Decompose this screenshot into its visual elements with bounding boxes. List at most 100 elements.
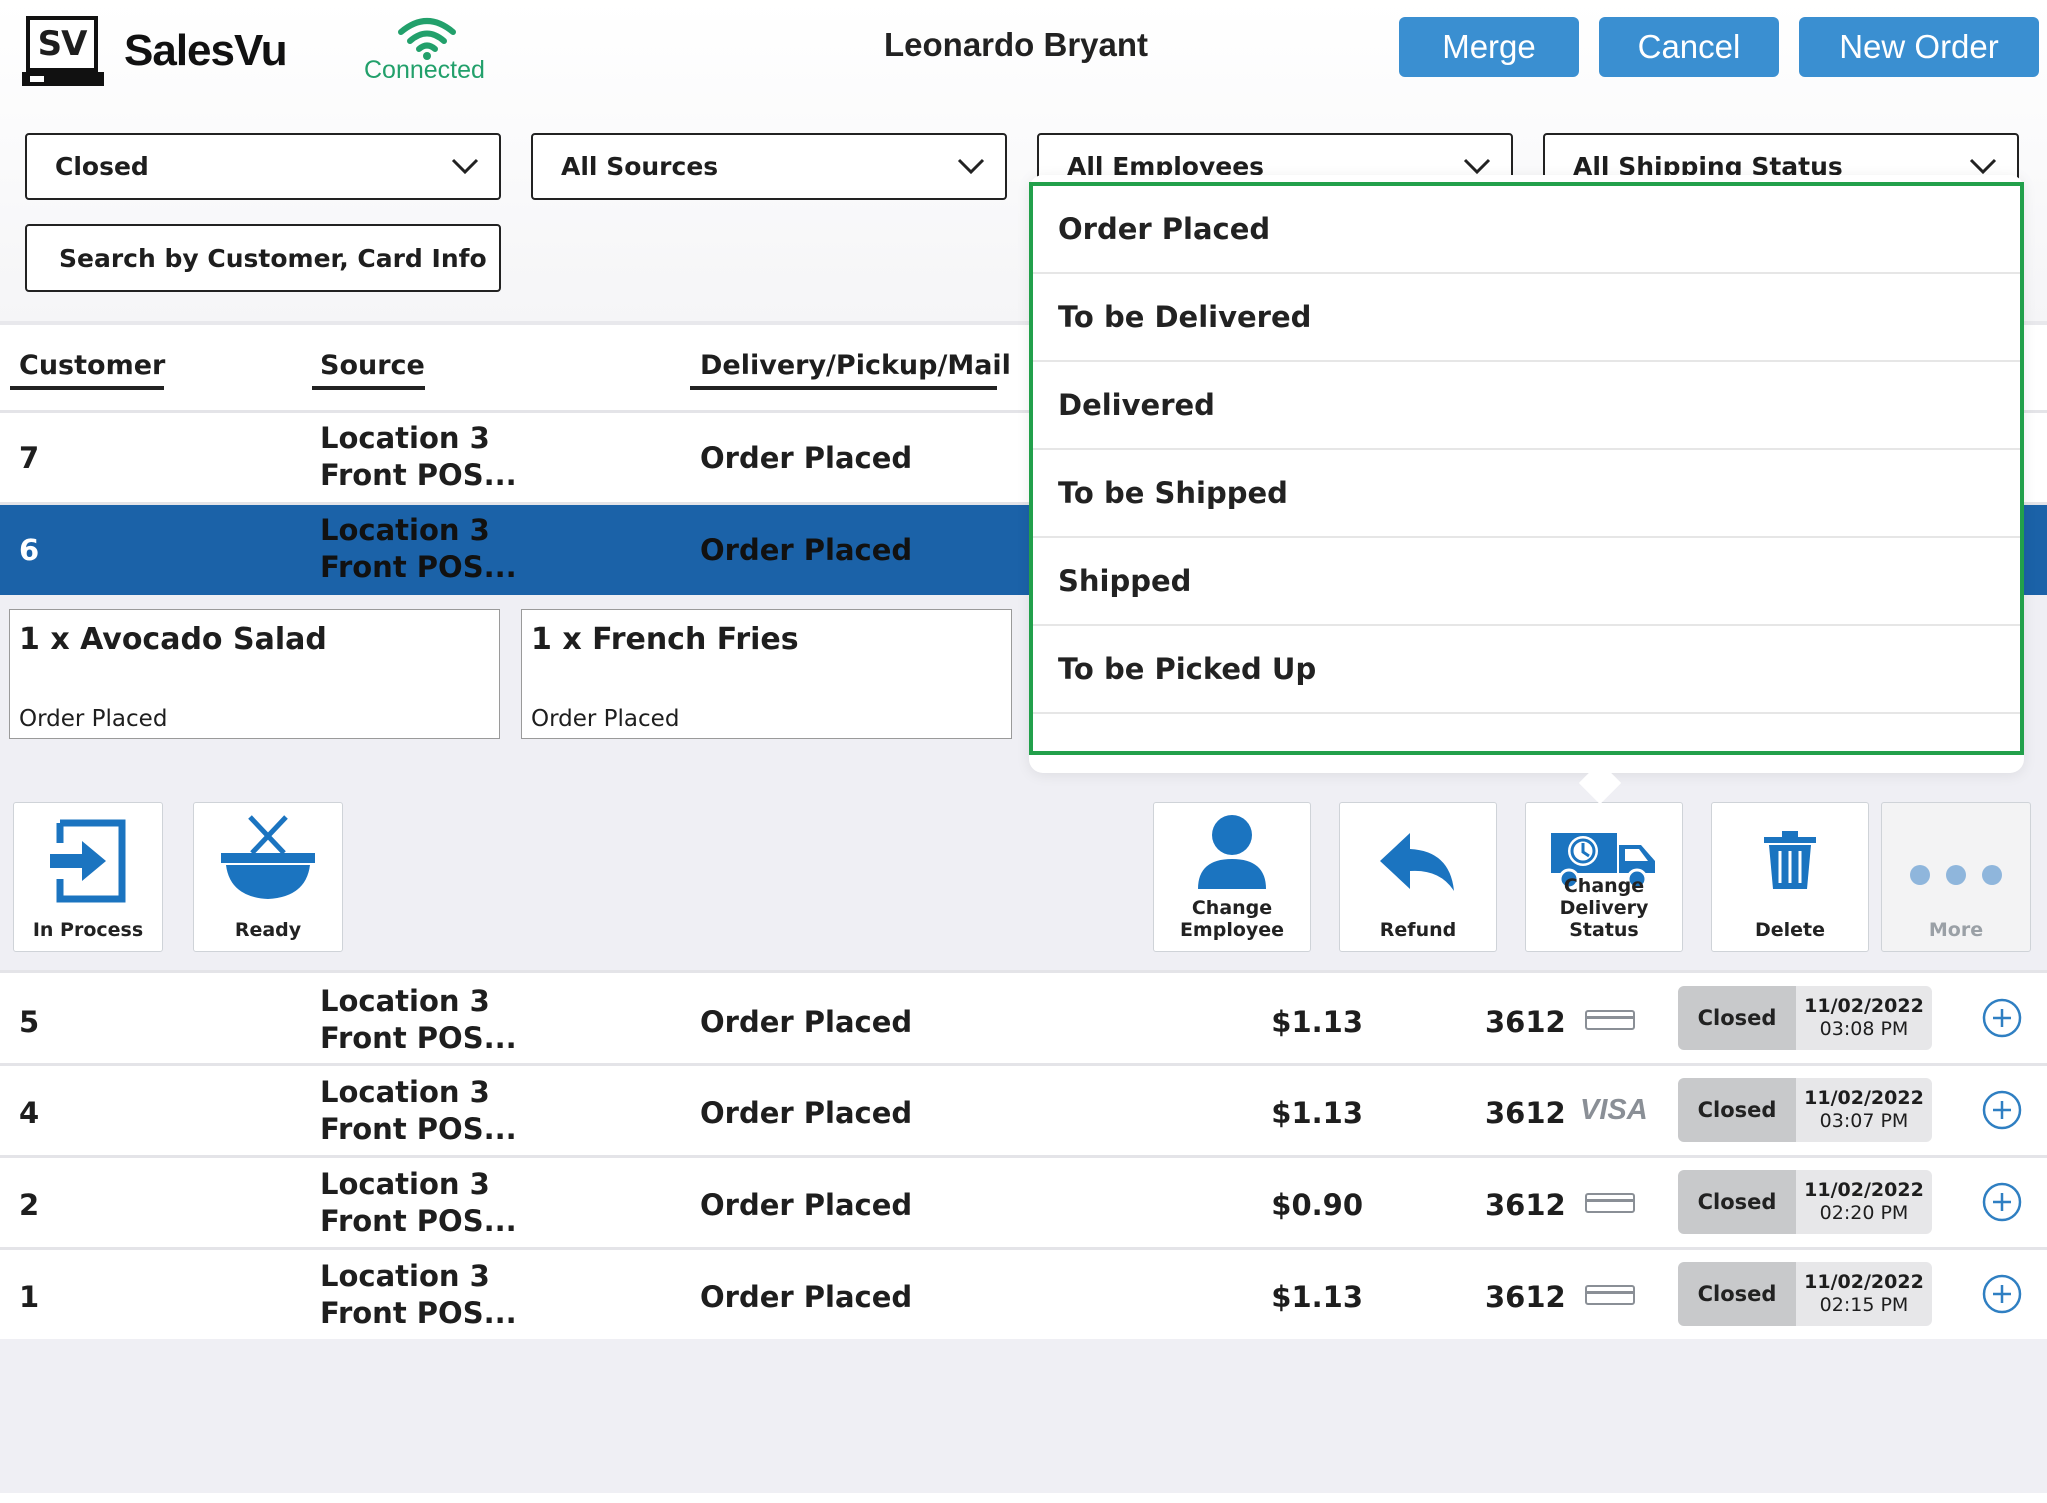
row-source-line1: Location 3 [320, 513, 490, 547]
order-item-card[interactable]: 1 x French Fries Order Placed [521, 609, 1012, 739]
dropdown-option-shipped[interactable]: Shipped [1033, 538, 2020, 626]
row-card-last4: 3612 [1485, 1096, 1566, 1130]
row-customer: 7 [19, 441, 40, 475]
column-customer[interactable]: Customer [19, 350, 165, 381]
row-status: Order Placed [700, 1280, 913, 1314]
refund-button[interactable]: Refund [1339, 802, 1497, 952]
status-badge: Closed [1678, 1262, 1796, 1326]
dropdown-option-delivered[interactable]: Delivered [1033, 362, 2020, 450]
delivery-status-dropdown: Order Placed To be Delivered Delivered T… [1029, 182, 2024, 755]
change-employee-label: Change Employee [1154, 897, 1310, 941]
enter-icon [50, 819, 126, 903]
row-customer: 2 [19, 1188, 40, 1222]
row-status: Order Placed [700, 1005, 913, 1039]
connection-status: Connected [364, 56, 485, 84]
row-status: Order Placed [700, 1188, 913, 1222]
column-delivery[interactable]: Delivery/Pickup/Mail [700, 350, 1011, 381]
row-source-line1: Location 3 [320, 1075, 490, 1109]
row-card-last4: 3612 [1485, 1005, 1566, 1039]
change-employee-button[interactable]: Change Employee [1153, 802, 1311, 952]
order-date: 11/02/2022 [1804, 1087, 1924, 1109]
chevron-down-icon [957, 158, 985, 175]
status-filter-value: Closed [55, 152, 149, 181]
order-time: 02:20 PM [1819, 1202, 1909, 1224]
change-employee-label-line1: Change [1191, 897, 1273, 919]
sources-filter-value: All Sources [561, 152, 719, 181]
row-source: Location 3 Front POS... [320, 1258, 517, 1332]
sources-filter-select[interactable]: All Sources [531, 133, 1007, 200]
row-status: Order Placed [700, 441, 913, 475]
dropdown-option-to-be-delivered[interactable]: To be Delivered [1033, 274, 2020, 362]
row-status: Order Placed [700, 1096, 913, 1130]
status-badge: Closed [1678, 986, 1796, 1050]
new-order-button[interactable]: New Order [1799, 17, 2039, 77]
more-button[interactable]: More [1881, 802, 2031, 952]
row-customer: 1 [19, 1280, 40, 1314]
row-source-line2: Front POS... [320, 1296, 517, 1330]
visa-card-icon: VISA [1580, 1094, 1648, 1126]
column-underline [312, 386, 425, 390]
change-employee-label-line2: Employee [1179, 919, 1285, 941]
row-source: Location 3 Front POS... [320, 1166, 517, 1240]
row-customer: 4 [19, 1096, 40, 1130]
refund-label: Refund [1379, 919, 1457, 941]
column-underline [690, 386, 997, 390]
search-customer-button[interactable]: Search by Customer, Card Info [25, 224, 501, 292]
status-filter-select[interactable]: Closed [25, 133, 501, 200]
table-row[interactable]: 4 Location 3 Front POS... Order Placed $… [0, 1066, 2047, 1155]
row-source-line2: Front POS... [320, 1021, 517, 1055]
order-time: 03:08 PM [1819, 1018, 1909, 1040]
row-source-line2: Front POS... [320, 550, 517, 584]
order-item-status: Order Placed [531, 706, 680, 732]
cancel-button[interactable]: Cancel [1599, 17, 1779, 77]
credit-card-icon [1585, 1010, 1635, 1030]
dropdown-option-to-be-shipped[interactable]: To be Shipped [1033, 450, 2020, 538]
row-amount: $1.13 [1271, 1096, 1363, 1130]
order-item-title: 1 x French Fries [531, 622, 799, 657]
brand-name: SalesVu [124, 26, 288, 75]
dropdown-option-order-placed[interactable]: Order Placed [1033, 186, 2020, 274]
row-source: Location 3 Front POS... [320, 1074, 517, 1148]
table-row[interactable]: 2 Location 3 Front POS... Order Placed $… [0, 1158, 2047, 1247]
plus-circle-icon[interactable] [1982, 1274, 2022, 1314]
in-process-button[interactable]: In Process [13, 802, 163, 952]
order-item-status: Order Placed [19, 706, 168, 732]
ready-label: Ready [234, 919, 302, 941]
row-amount: $1.13 [1271, 1280, 1363, 1314]
salesvu-logo: SV [26, 16, 98, 72]
order-item-card[interactable]: 1 x Avocado Salad Order Placed [9, 609, 500, 739]
merge-button[interactable]: Merge [1399, 17, 1579, 77]
change-delivery-status-button[interactable]: Change Delivery Status [1525, 802, 1683, 952]
row-card-last4: 3612 [1485, 1188, 1566, 1222]
table-row[interactable]: 5 Location 3 Front POS... Order Placed $… [0, 973, 2047, 1063]
row-source: Location 3 Front POS... [320, 420, 517, 494]
change-delivery-label-line1: Change [1563, 875, 1645, 897]
reply-arrow-icon [1380, 833, 1454, 891]
row-source-line2: Front POS... [320, 458, 517, 492]
credit-card-icon [1585, 1285, 1635, 1305]
in-process-label: In Process [32, 919, 144, 941]
plus-circle-icon[interactable] [1982, 998, 2022, 1038]
plus-circle-icon[interactable] [1982, 1182, 2022, 1222]
plus-circle-icon[interactable] [1982, 1090, 2022, 1130]
row-source-line2: Front POS... [320, 1112, 517, 1146]
ready-button[interactable]: Ready [193, 802, 343, 952]
column-source[interactable]: Source [320, 350, 425, 381]
order-date: 11/02/2022 [1804, 1271, 1924, 1293]
dropdown-option-to-be-picked-up[interactable]: To be Picked Up [1033, 626, 2020, 714]
table-row[interactable]: 1 Location 3 Front POS... Order Placed $… [0, 1250, 2047, 1339]
order-datetime: 11/02/2022 02:15 PM [1796, 1262, 1932, 1326]
change-delivery-status-label: Change Delivery Status [1526, 875, 1682, 941]
order-time: 03:07 PM [1819, 1110, 1909, 1132]
column-underline [10, 386, 164, 390]
order-time: 02:15 PM [1819, 1294, 1909, 1316]
delete-button[interactable]: Delete [1711, 802, 1869, 952]
chevron-down-icon [1969, 158, 1997, 175]
logo-text: SV [37, 24, 88, 64]
order-item-title: 1 x Avocado Salad [19, 622, 327, 657]
row-source-line1: Location 3 [320, 1259, 490, 1293]
logo-base [22, 72, 104, 86]
bottom-strip [0, 1493, 2047, 1503]
wifi-icon [398, 18, 456, 60]
order-date: 11/02/2022 [1804, 1179, 1924, 1201]
